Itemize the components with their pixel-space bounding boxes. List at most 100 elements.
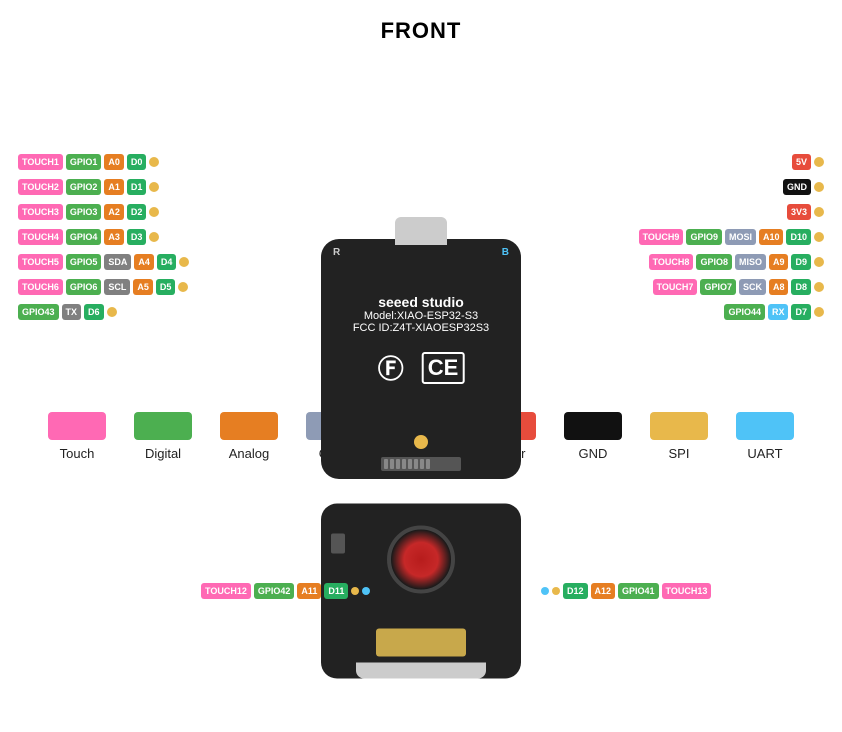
legend-uart: UART: [736, 412, 794, 461]
pin-row-touch6: TOUCH6 GPIO6 SCL A5 D5: [18, 279, 188, 295]
mosi-label: MOSI: [725, 229, 756, 245]
a3-label: A3: [104, 229, 124, 245]
pin-row-touch1: TOUCH1 GPIO1 A0 D0: [18, 154, 159, 170]
back-left-pins: TOUCH12 GPIO42 A11 D11: [201, 583, 370, 599]
page-title: FRONT: [0, 0, 842, 54]
gnd-label: GND: [783, 179, 811, 195]
gpio7-label: GPIO7: [700, 279, 736, 295]
legend-digital-label: Digital: [145, 446, 181, 461]
touch12-label: TOUCH12: [201, 583, 251, 599]
legend-spi-label: SPI: [669, 446, 690, 461]
dot-d5: [178, 282, 188, 292]
a2-label: A2: [104, 204, 124, 220]
pin-row-d7: D7 RX GPIO44: [724, 304, 824, 320]
a8-label: A8: [769, 279, 789, 295]
a0-label: A0: [104, 154, 124, 170]
brand-name: seeed studio: [353, 294, 489, 310]
d3-label: D3: [127, 229, 147, 245]
legend-digital-box: [134, 412, 192, 440]
board-text: seeed studio Model:XIAO-ESP32-S3 FCC ID:…: [353, 294, 489, 334]
touch9-label: TOUCH9: [639, 229, 684, 245]
front-board-area: TOUCH1 GPIO1 A0 D0 TOUCH2 GPIO2 A1 D1 TO…: [0, 54, 842, 394]
d4-label: D4: [157, 254, 177, 270]
legend-touch-label: Touch: [60, 446, 95, 461]
back-dot-right2: [552, 587, 560, 595]
legend-gnd-box: [564, 412, 622, 440]
dot-d3: [149, 232, 159, 242]
legend-uart-box: [736, 412, 794, 440]
dot-5v: [814, 157, 824, 167]
led-dot: [414, 435, 428, 449]
d5-label: D5: [156, 279, 176, 295]
a4-label: A4: [134, 254, 154, 270]
touch1-label: TOUCH1: [18, 154, 63, 170]
gpio2-label: GPIO2: [66, 179, 102, 195]
dot-d2: [149, 207, 159, 217]
a5-label: A5: [133, 279, 153, 295]
gpio4-label: GPIO4: [66, 229, 102, 245]
d10-label: D10: [786, 229, 811, 245]
pin-row-touch3: TOUCH3 GPIO3 A2 D2: [18, 204, 159, 220]
ce-icon: CE: [422, 352, 465, 384]
back-board-area: TOUCH12 GPIO42 A11 D11 D12 A12 GPIO41 TO…: [0, 481, 842, 701]
a11-label: A11: [297, 583, 321, 599]
legend-uart-label: UART: [747, 446, 782, 461]
gpio5-label: GPIO5: [66, 254, 102, 270]
d8-label: D8: [791, 279, 811, 295]
dot-d8: [814, 282, 824, 292]
bottom-connector: [356, 663, 486, 679]
pin-row-gnd: GND: [783, 179, 824, 195]
touch6-label: TOUCH6: [18, 279, 63, 295]
pin-row-d9: D9 A9 MISO GPIO8 TOUCH8: [649, 254, 824, 270]
fcc-text: FCC ID:Z4T-XIAOESP32S3: [353, 322, 489, 334]
pin-row-d10: D10 A10 MOSI GPIO9 TOUCH9: [639, 229, 824, 245]
back-dot-right1: [541, 587, 549, 595]
gpio9-label: GPIO9: [686, 229, 722, 245]
touch5-label: TOUCH5: [18, 254, 63, 270]
pin-row-touch2: TOUCH2 GPIO2 A1 D1: [18, 179, 159, 195]
legend-touch: Touch: [48, 412, 106, 461]
r-label: R: [333, 247, 340, 258]
gpio41-label: GPIO41: [618, 583, 659, 599]
touch2-label: TOUCH2: [18, 179, 63, 195]
pin-row-d8: D8 A8 SCK GPIO7 TOUCH7: [653, 279, 824, 295]
gpio8-label: GPIO8: [696, 254, 732, 270]
touch7-label: TOUCH7: [653, 279, 698, 295]
pin-row-gpio43: GPIO43 TX D6: [18, 304, 117, 320]
pin-row-touch4: TOUCH4 GPIO4 A3 D3: [18, 229, 159, 245]
d0-label: D0: [127, 154, 147, 170]
usb-connector: [395, 217, 447, 245]
board-marks: Ⓕ CE: [378, 349, 465, 386]
legend-analog-box: [220, 412, 278, 440]
camera-lens: [387, 526, 455, 594]
legend-digital: Digital: [134, 412, 192, 461]
main-board: seeed studio Model:XIAO-ESP32-S3 FCC ID:…: [321, 239, 521, 479]
gpio43-label: GPIO43: [18, 304, 59, 320]
dot-3v3: [814, 207, 824, 217]
3v3-label: 3V3: [787, 204, 811, 220]
touch3-label: TOUCH3: [18, 204, 63, 220]
camera-module: [331, 534, 345, 554]
miso-label: MISO: [735, 254, 766, 270]
rx-label: RX: [768, 304, 789, 320]
model-text: Model:XIAO-ESP32-S3: [353, 310, 489, 322]
back-right-pins: D12 A12 GPIO41 TOUCH13: [541, 583, 711, 599]
pin-row-3v3: 3V3: [787, 204, 824, 220]
gpio42-label: GPIO42: [254, 583, 295, 599]
dot-gnd: [814, 182, 824, 192]
connector-strip: [381, 457, 461, 471]
b-label: B: [502, 247, 509, 258]
tx-label: TX: [62, 304, 82, 320]
legend-analog-label: Analog: [229, 446, 269, 461]
dot-d10: [814, 232, 824, 242]
pin-row-5v: 5V: [792, 154, 824, 170]
dot-d1: [149, 182, 159, 192]
5v-label: 5V: [792, 154, 811, 170]
legend-spi-box: [650, 412, 708, 440]
dot-d7: [814, 307, 824, 317]
a9-label: A9: [769, 254, 789, 270]
d1-label: D1: [127, 179, 147, 195]
dot-d0: [149, 157, 159, 167]
touch4-label: TOUCH4: [18, 229, 63, 245]
back-dot-left1: [351, 587, 359, 595]
